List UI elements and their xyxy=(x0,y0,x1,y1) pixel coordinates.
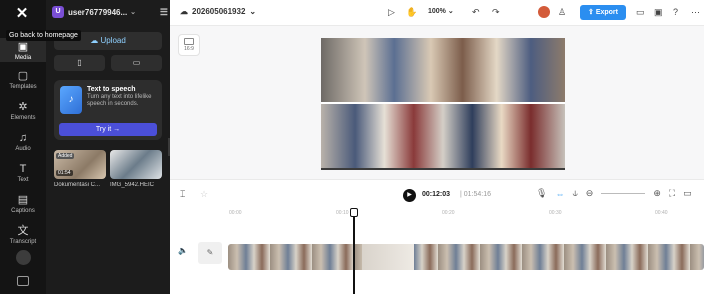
rail-item-elements[interactable]: ✲ Elements xyxy=(0,101,46,121)
zoom-slider[interactable] xyxy=(601,193,646,194)
ruler-tick: 00:40 xyxy=(655,210,668,216)
chevron-down-icon: ⌄ xyxy=(249,7,257,16)
text-to-speech-card: ♪ Text to speech Turn any text into life… xyxy=(54,80,162,140)
rail-item-transcript[interactable]: 文 Transcript xyxy=(0,225,46,245)
video-preview[interactable] xyxy=(321,38,565,170)
rail-item-media[interactable]: ▣ Media xyxy=(0,38,46,62)
editor-app: ✕ Go back to homepage ▣ Media ▢ Template… xyxy=(0,0,704,294)
media-thumbnail[interactable] xyxy=(110,150,162,179)
aspect-ratio-icon xyxy=(184,38,194,45)
rail-item-text[interactable]: T Text xyxy=(0,163,46,183)
video-clip[interactable] xyxy=(228,244,704,270)
redo-icon[interactable]: ↷ xyxy=(492,7,500,18)
timeline: ⌶ ☆ ▶ 00:12:03 | 01:54:16 🎙 ⇔ ⫝ ⊖ ⊕ ⛶ ▭ … xyxy=(170,179,704,294)
select-pointer-icon[interactable]: ▷ xyxy=(388,7,395,18)
transcript-icon: 文 xyxy=(17,225,29,237)
tts-try-button[interactable]: Try it → xyxy=(59,123,157,136)
media-thumbnail[interactable]: Added 01:54 xyxy=(54,150,106,179)
captions-icon: ▤ xyxy=(17,194,29,206)
pencil-icon: ✎ xyxy=(206,248,214,257)
fit-icon[interactable]: ⛶ xyxy=(669,188,675,199)
magnet-snap-icon[interactable]: ⇔ xyxy=(555,189,564,199)
playhead[interactable] xyxy=(350,208,358,294)
media-name: IMG_5942.HEIC xyxy=(110,182,155,188)
rail-item-templates[interactable]: ▢ Templates xyxy=(0,70,46,90)
media-icon: ▣ xyxy=(17,41,29,53)
more-options-icon[interactable]: ⋯ xyxy=(691,7,700,18)
track-edit-button[interactable]: ✎ xyxy=(198,242,222,264)
layout-icon[interactable]: ▣ xyxy=(654,7,663,18)
text-icon: T xyxy=(19,163,27,175)
zoom-in-icon[interactable]: ⊕ xyxy=(653,188,661,199)
cloud-icon: ☁ xyxy=(180,7,188,16)
preview-canvas: 16:9 xyxy=(170,26,704,179)
elements-icon: ✲ xyxy=(18,101,28,113)
capcut-logo-icon[interactable]: ✕ xyxy=(10,6,34,22)
total-duration: | 01:54:16 xyxy=(460,191,492,198)
time-ruler[interactable]: 00:00 00:10 00:20 00:30 00:40 xyxy=(170,210,704,220)
user-menu[interactable]: U user76779946... ⌄ ☰ xyxy=(52,4,168,20)
avatar: U xyxy=(52,6,64,18)
undo-icon[interactable]: ↶ xyxy=(472,7,480,18)
ruler-tick: 00:10 xyxy=(336,210,349,216)
rail-item-audio[interactable]: ♫ Audio xyxy=(0,132,46,152)
more-tools-icon[interactable] xyxy=(16,250,31,265)
track-audio-icon[interactable]: 🔈 xyxy=(178,246,188,255)
left-rail: ✕ Go back to homepage ▣ Media ▢ Template… xyxy=(0,0,81,294)
comment-timeline-icon[interactable]: ▭ xyxy=(683,188,692,199)
link-icon[interactable]: ⫝ xyxy=(572,188,577,199)
hand-tool-icon[interactable]: ✋ xyxy=(406,7,417,18)
phone-icon: ▯ xyxy=(77,58,82,67)
keyboard-shortcuts-icon[interactable] xyxy=(17,276,29,286)
clip-segment xyxy=(362,244,414,270)
tts-title: Text to speech xyxy=(87,86,136,93)
templates-icon: ▢ xyxy=(17,70,29,82)
play-button[interactable]: ▶ xyxy=(403,189,416,202)
comment-icon[interactable]: ▭ xyxy=(636,7,645,18)
username: user76779946... xyxy=(68,7,128,17)
help-icon[interactable]: ? xyxy=(673,7,678,17)
current-time: 00:12:03 xyxy=(422,191,451,198)
ruler-tick: 00:20 xyxy=(442,210,455,216)
timeline-tools: 🎙 ⇔ ⫝ ⊖ ⊕ ⛶ ▭ xyxy=(536,188,692,199)
split-icon[interactable]: ⌶ xyxy=(180,189,185,200)
aspect-ratio-button[interactable]: 16:9 xyxy=(178,34,200,56)
zoom-out-icon[interactable]: ⊖ xyxy=(586,188,594,199)
ruler-tick: 00:30 xyxy=(549,210,562,216)
homepage-tooltip: Go back to homepage xyxy=(6,30,81,41)
tts-description: Turn any text into lifelike speech in se… xyxy=(87,94,152,107)
chevron-down-icon: ⌄ xyxy=(130,9,137,16)
media-name: Dokumentasi C... xyxy=(54,182,101,188)
screen-upload-button[interactable]: ▭ xyxy=(111,55,162,71)
export-button[interactable]: ⇪ Export xyxy=(580,5,626,20)
added-badge: Added xyxy=(56,153,75,159)
video-frame-top xyxy=(321,38,565,102)
tts-thumbnail-icon: ♪ xyxy=(60,86,82,114)
microphone-icon[interactable]: 🎙 xyxy=(536,188,547,199)
audio-icon: ♫ xyxy=(18,132,28,144)
media-panel: U user76779946... ⌄ ☰ ☁ Upload ▯ ▭ ♪ Tex… xyxy=(46,0,170,294)
playhead-handle[interactable] xyxy=(350,208,358,217)
project-title[interactable]: ☁ 202605061932 ⌄ xyxy=(180,7,256,16)
export-icon: ⇪ xyxy=(588,9,596,16)
top-bar: ☁ 202605061932 ⌄ ▷ ✋ 100% ⌄ ↶ ↷ ♙ ⇪ Expo… xyxy=(170,0,704,26)
collaborator-avatar[interactable] xyxy=(538,6,550,18)
video-frame-bottom xyxy=(321,104,565,168)
screen-icon: ▭ xyxy=(132,58,141,67)
zoom-level[interactable]: 100% ⌄ xyxy=(428,7,454,15)
upload-source-tiles: ▯ ▭ xyxy=(54,55,162,71)
media-duration: 01:54 xyxy=(56,170,73,176)
phone-upload-button[interactable]: ▯ xyxy=(54,55,105,71)
cloud-upload-icon: ☁ xyxy=(90,36,101,45)
rail-item-captions[interactable]: ▤ Captions xyxy=(0,194,46,214)
panel-menu-icon[interactable]: ☰ xyxy=(160,7,168,18)
favorite-icon[interactable]: ☆ xyxy=(200,189,208,200)
share-user-icon[interactable]: ♙ xyxy=(558,7,566,18)
ruler-tick: 00:00 xyxy=(229,210,242,216)
